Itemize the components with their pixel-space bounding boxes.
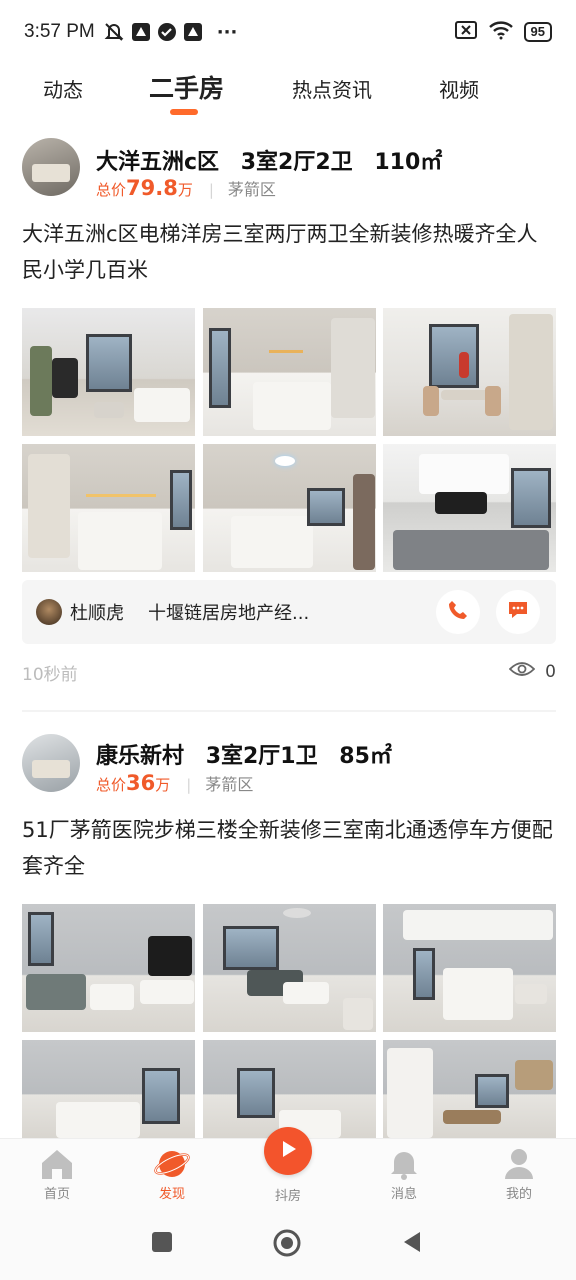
listing-photo[interactable]: [383, 904, 556, 1032]
price-value: 36: [126, 771, 156, 795]
listing-photo[interactable]: [203, 308, 376, 436]
listing-layout: 3室2厅1卫: [205, 744, 318, 769]
listing-district: 茅箭区: [205, 775, 254, 794]
card-divider: [22, 710, 556, 712]
listing-photo[interactable]: [383, 444, 556, 572]
tab-second-hand-house[interactable]: 二手房: [149, 69, 224, 105]
nav-discover-label: 发现: [158, 1187, 185, 1202]
price-value: 79.8: [126, 176, 178, 200]
circle-home-icon: [273, 1229, 301, 1257]
battery-indicator: 95: [523, 22, 552, 42]
recents-button[interactable]: [150, 1230, 174, 1258]
nav-messages-label: 消息: [390, 1187, 417, 1202]
nav-profile[interactable]: 我的: [479, 1145, 559, 1202]
listing-description[interactable]: 51厂茅箭医院步梯三楼全新装修三室南北通透停车方便配套齐全: [22, 812, 558, 884]
phone-icon: [447, 599, 469, 625]
tab-hot-news[interactable]: 热点资讯: [292, 74, 372, 103]
mute-icon: [103, 21, 125, 43]
nav-home[interactable]: 首页: [17, 1145, 97, 1202]
play-icon: [277, 1138, 299, 1164]
price-row: 总价 79.8 万 | 茅箭区: [96, 176, 276, 200]
listing-photo[interactable]: [22, 904, 195, 1032]
post-meta: 10秒前: [22, 660, 556, 685]
listing-card[interactable]: 康乐新村 3室2厅1卫 85㎡ 总价 36 万 | 茅箭区 51厂茅箭医院步梯三…: [0, 722, 576, 1138]
listing-name: 康乐新村: [96, 744, 185, 769]
listing-title[interactable]: 大洋五洲c区 3室2厅2卫 110㎡: [96, 144, 456, 176]
eye-icon: [508, 660, 536, 683]
listing-district: 茅箭区: [227, 180, 276, 199]
post-time: 10秒前: [22, 665, 78, 685]
status-time: 3:57 PM: [24, 21, 95, 42]
call-button[interactable]: [436, 590, 480, 634]
tab-video[interactable]: 视频: [439, 74, 479, 103]
nav-profile-label: 我的: [505, 1187, 532, 1202]
listing-photo[interactable]: [203, 444, 376, 572]
listing-photo[interactable]: [22, 1040, 195, 1138]
top-tabs: 动态 二手房 热点资讯 视频: [0, 64, 576, 122]
listing-layout: 3室2厅2卫: [240, 150, 353, 175]
bell-icon: [364, 1145, 444, 1183]
view-count: 0: [508, 660, 556, 683]
listing-area: 85㎡: [339, 744, 392, 769]
home-icon: [17, 1145, 97, 1183]
view-count-value: 0: [545, 661, 556, 682]
listing-card[interactable]: 大洋五洲c区 3室2厅2卫 110㎡ 总价 79.8 万 | 茅箭区 大洋五洲c…: [0, 122, 576, 712]
back-triangle-icon: [404, 1232, 420, 1252]
price-row: 总价 36 万 | 茅箭区: [96, 771, 253, 795]
nav-discover[interactable]: 发现: [132, 1145, 212, 1202]
more-notifications-icon: ···: [216, 21, 238, 43]
listing-photo[interactable]: [203, 1040, 376, 1138]
agent-company[interactable]: 十堰链居房地产经...: [148, 599, 309, 625]
sim-off-icon: [454, 20, 478, 45]
listing-description[interactable]: 大洋五洲c区电梯洋房三室两厅两卫全新装修热暖齐全人民小学几百米: [22, 216, 558, 288]
active-tab-indicator: [170, 109, 198, 115]
app-notification-icon: [183, 22, 203, 42]
listing-photo[interactable]: [383, 308, 556, 436]
wifi-icon: [488, 20, 514, 45]
agent-avatar[interactable]: [36, 599, 62, 625]
square-icon: [152, 1232, 172, 1252]
price-prefix: 总价: [96, 181, 127, 199]
poster-avatar[interactable]: [22, 138, 80, 196]
listing-feed[interactable]: 大洋五洲c区 3室2厅2卫 110㎡ 总价 79.8 万 | 茅箭区 大洋五洲c…: [0, 122, 576, 1138]
listing-name: 大洋五洲c区: [96, 150, 220, 175]
price-prefix: 总价: [96, 776, 127, 794]
tab-dynamics[interactable]: 动态: [43, 74, 83, 103]
nav-messages[interactable]: 消息: [364, 1145, 444, 1202]
home-system-button[interactable]: [272, 1228, 302, 1262]
listing-photo[interactable]: [203, 904, 376, 1032]
system-navigation-bar: [0, 1210, 576, 1280]
bottom-nav: 首页 发现 抖房 消息 我的: [0, 1127, 576, 1210]
price-separator: |: [186, 776, 192, 794]
nav-home-label: 首页: [43, 1187, 70, 1202]
agent-name[interactable]: 杜顺虎: [70, 599, 124, 625]
price-separator: |: [208, 181, 214, 199]
price-unit: 万: [177, 181, 193, 199]
app-notification-icon: [131, 22, 151, 42]
chat-icon: [507, 599, 529, 625]
listing-title[interactable]: 康乐新村 3室2厅1卫 85㎡: [96, 738, 406, 770]
planet-icon: [132, 1145, 212, 1183]
listing-photo[interactable]: [22, 308, 195, 436]
user-icon: [479, 1145, 559, 1183]
back-button[interactable]: [400, 1230, 424, 1258]
message-button[interactable]: [496, 590, 540, 634]
check-circle-icon: [157, 22, 177, 42]
price-unit: 万: [155, 776, 171, 794]
status-bar: 3:57 PM ··· 95: [0, 0, 576, 64]
listing-area: 110㎡: [374, 150, 443, 175]
agent-bar[interactable]: 杜顺虎 十堰链居房地产经...: [22, 580, 556, 644]
douyin-house-button[interactable]: [264, 1127, 312, 1175]
nav-douyin-label: 抖房: [274, 1189, 301, 1204]
listing-photo[interactable]: [383, 1040, 556, 1138]
poster-avatar[interactable]: [22, 734, 80, 792]
listing-photo[interactable]: [22, 444, 195, 572]
